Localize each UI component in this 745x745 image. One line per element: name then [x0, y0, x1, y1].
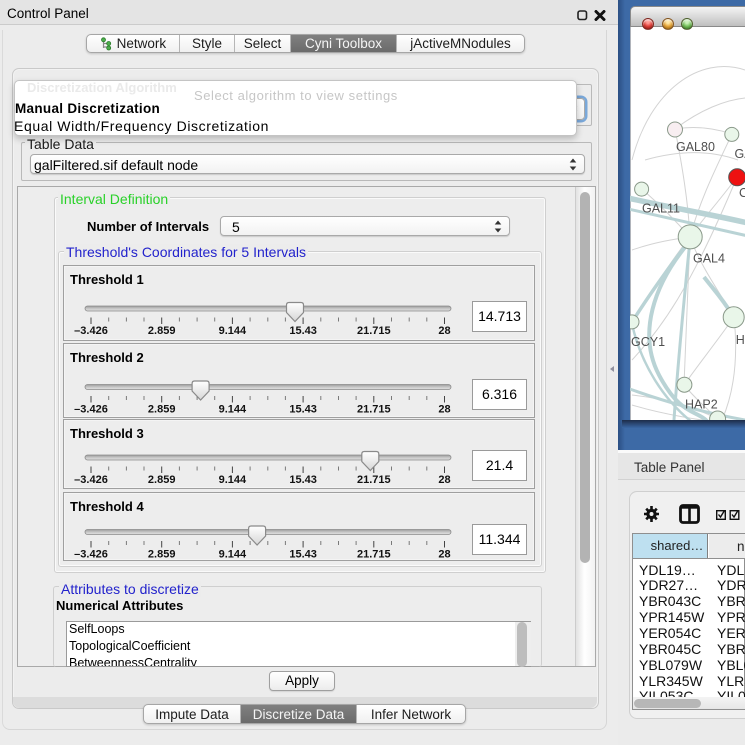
- svg-text:15.43: 15.43: [289, 325, 317, 337]
- svg-text:15.43: 15.43: [289, 549, 317, 561]
- svg-text:2.859: 2.859: [148, 549, 176, 561]
- svg-text:21.715: 21.715: [357, 404, 391, 416]
- svg-text:HAP2: HAP2: [685, 398, 718, 412]
- svg-text:GA: GA: [735, 147, 745, 161]
- svg-text:21.715: 21.715: [357, 474, 391, 486]
- svg-text:9.144: 9.144: [219, 325, 247, 337]
- svg-text:9.144: 9.144: [219, 549, 247, 561]
- svg-text:GAL80: GAL80: [676, 140, 715, 154]
- svg-text:21.715: 21.715: [357, 549, 391, 561]
- svg-text:–3.426: –3.426: [74, 474, 108, 486]
- svg-text:28: 28: [438, 549, 450, 561]
- svg-text:28: 28: [438, 325, 450, 337]
- svg-text:9.144: 9.144: [219, 404, 247, 416]
- svg-text:15.43: 15.43: [289, 404, 317, 416]
- svg-text:GAL11: GAL11: [642, 202, 680, 216]
- svg-text:21.715: 21.715: [357, 325, 391, 337]
- svg-text:15.43: 15.43: [289, 474, 317, 486]
- svg-text:C: C: [739, 186, 745, 200]
- svg-text:GCY1: GCY1: [631, 335, 665, 349]
- svg-text:–3.426: –3.426: [74, 404, 108, 416]
- svg-text:2.859: 2.859: [148, 474, 176, 486]
- svg-text:2.859: 2.859: [148, 404, 176, 416]
- svg-text:28: 28: [438, 404, 450, 416]
- svg-text:–3.426: –3.426: [74, 549, 108, 561]
- svg-text:9.144: 9.144: [219, 474, 247, 486]
- svg-text:2.859: 2.859: [148, 325, 176, 337]
- svg-text:GAL4: GAL4: [693, 252, 725, 266]
- svg-text:–3.426: –3.426: [74, 325, 108, 337]
- svg-text:28: 28: [438, 474, 450, 486]
- svg-text:H: H: [736, 333, 745, 347]
